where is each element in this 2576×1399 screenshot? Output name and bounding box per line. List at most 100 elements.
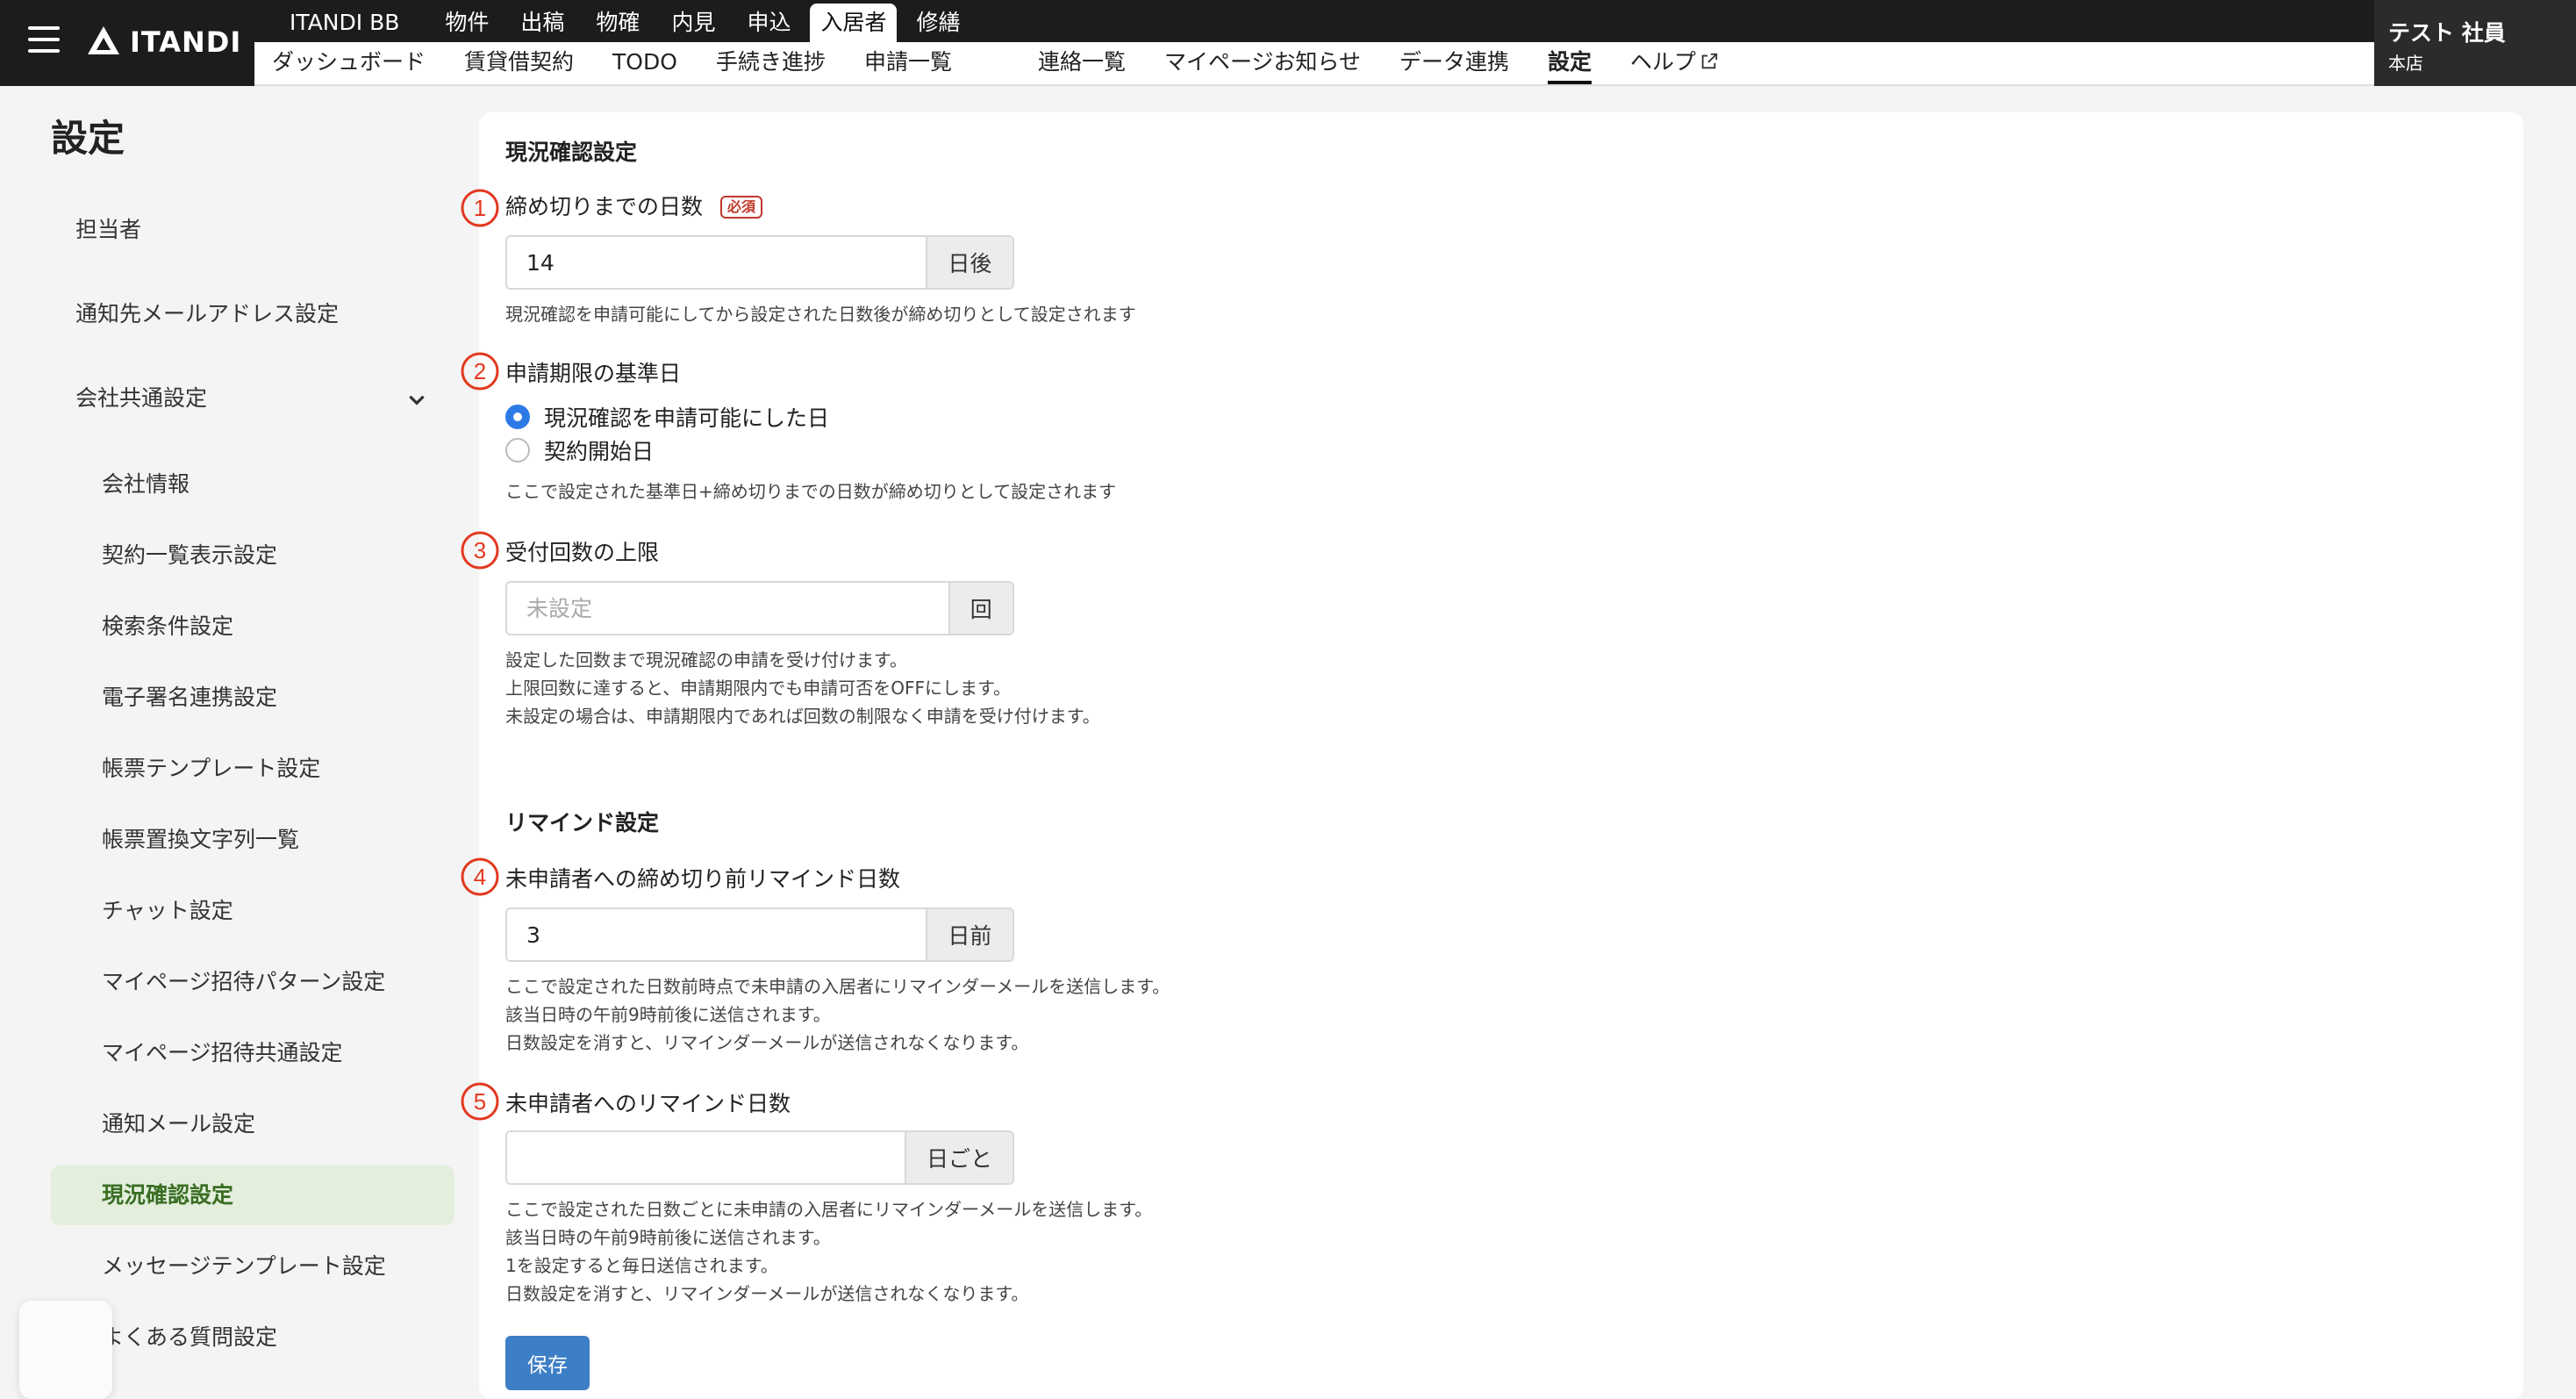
sidebar-item-contract-list-display[interactable]: 契約一覧表示設定	[51, 526, 454, 597]
sidebar-item-notification-email[interactable]: 通知先メールアドレス設定	[51, 286, 454, 370]
subnav-mypage-news[interactable]: マイページお知らせ	[1145, 42, 1380, 84]
limit-label: 受付回数の上限	[505, 540, 660, 565]
sidebar-item-chat[interactable]: チャット設定	[51, 881, 454, 952]
user-menu[interactable]: テスト 社員 本店	[2374, 0, 2576, 86]
subnav-help-label: ヘルプ	[1630, 49, 1697, 75]
save-button[interactable]: 保存	[505, 1336, 590, 1390]
user-name: テスト 社員	[2388, 20, 2506, 46]
sub-navigation: ダッシュボード 賃貸借契約 TODO 手続き進捗 申請一覧 連絡一覧 マイページ…	[254, 42, 2374, 86]
page-title: 設定	[51, 117, 125, 160]
remind-interval-help: ここで設定された日数ごとに未申請の入居者にリマインダーメールを送信します。 該当…	[505, 1195, 1152, 1308]
sidebar-item-mypage-invite-common[interactable]: マイページ招待共通設定	[51, 1023, 454, 1094]
base-date-radio-group: 現況確認を申請可能にした日 契約開始日	[505, 400, 829, 467]
remind-interval-label: 未申請者へのリマインド日数	[505, 1091, 791, 1116]
tab-confirmation[interactable]: 物確	[580, 4, 655, 42]
radio-option-application-enabled[interactable]: 現況確認を申請可能にした日	[505, 400, 829, 434]
deadline-input-group: 日後	[505, 235, 1014, 290]
subnav-settings[interactable]: 設定	[1528, 42, 1611, 84]
number-2-text: 2	[474, 358, 486, 384]
tab-itandi-bb[interactable]: ITANDI BB	[254, 4, 429, 42]
sidebar-item-notification-mail[interactable]: 通知メール設定	[51, 1094, 454, 1166]
number-4-icon: 4	[461, 857, 499, 896]
tab-viewing[interactable]: 内見	[655, 4, 731, 42]
number-2-icon: 2	[461, 352, 499, 391]
remind-interval-days-input[interactable]	[507, 1132, 905, 1183]
limit-help-line: 設定した回数まで現況確認の申請を受け付けます。	[505, 649, 907, 671]
remind-interval-help-line: ここで設定された日数ごとに未申請の入居者にリマインダーメールを送信します。	[505, 1199, 1153, 1220]
radio-button-checked[interactable]	[505, 405, 530, 429]
tab-listing[interactable]: 出稿	[504, 4, 580, 42]
tab-property[interactable]: 物件	[429, 4, 504, 42]
sidebar-item-staff[interactable]: 担当者	[51, 202, 454, 286]
subnav-data-integration[interactable]: データ連携	[1380, 42, 1528, 84]
subnav-request-list[interactable]: 申請一覧	[845, 42, 971, 84]
top-tabs: ITANDI BB 物件 出稿 物確 内見 申込 入居者 修繕	[254, 0, 977, 42]
section-title-status-check: 現況確認設定	[505, 140, 638, 165]
limit-count-input[interactable]	[507, 583, 948, 634]
limit-help-line: 未設定の場合は、申請期限内であれば回数の制限なく申請を受け付けます。	[505, 706, 1100, 727]
required-badge: 必須	[719, 196, 762, 219]
settings-card: 現況確認設定 1 締め切りまでの日数 必須 日後 現況確認を申請可能にしてから設…	[461, 112, 2523, 1399]
remind-before-label: 未申請者への締め切り前リマインド日数	[505, 866, 901, 892]
user-store: 本店	[2388, 53, 2423, 74]
sidebar-item-form-template[interactable]: 帳票テンプレート設定	[51, 739, 454, 810]
sidebar-item-status-check[interactable]: 現況確認設定	[51, 1166, 454, 1225]
itandi-logo[interactable]: ITANDI	[86, 23, 241, 61]
radio-option-contract-start[interactable]: 契約開始日	[505, 434, 829, 467]
remind-before-help-line: 日数設定を消すと、リマインダーメールが送信されなくなります。	[505, 1032, 1029, 1053]
logo-text: ITANDI	[130, 25, 242, 59]
subnav-contact-list[interactable]: 連絡一覧	[1019, 42, 1145, 84]
deadline-help: 現況確認を申請可能にしてから設定された日数後が締め切りとして設定されます	[505, 304, 1136, 325]
subnav-dashboard[interactable]: ダッシュボード	[254, 42, 445, 84]
settings-sidebar: 担当者 通知先メールアドレス設定 会社共通設定 会社情報 契約一覧表示設定 検索…	[51, 202, 454, 1379]
subnav-todo[interactable]: TODO	[593, 42, 697, 84]
remind-interval-help-line: 該当日時の午前9時前後に送信されます。	[505, 1227, 831, 1248]
remind-interval-help-line: 1を設定すると毎日送信されます。	[505, 1255, 778, 1276]
sidebar-item-company-common[interactable]: 会社共通設定	[51, 370, 454, 455]
sidebar-item-esign[interactable]: 電子署名連携設定	[51, 668, 454, 739]
remind-before-input-group: 日前	[505, 908, 1014, 962]
radio-button[interactable]	[505, 438, 530, 463]
subnav-help[interactable]: ヘルプ	[1611, 42, 1738, 84]
remind-before-help-line: ここで設定された日数前時点で未申請の入居者にリマインダーメールを送信します。	[505, 976, 1170, 997]
chevron-down-icon	[409, 395, 425, 405]
number-5-text: 5	[474, 1088, 486, 1115]
section-title-remind: リマインド設定	[505, 810, 660, 836]
logo-mark-icon	[88, 26, 119, 54]
subnav-procedure-progress[interactable]: 手続き進捗	[697, 42, 845, 84]
tab-application[interactable]: 申込	[731, 4, 806, 42]
floating-widget[interactable]	[19, 1301, 112, 1399]
sidebar-item-replacement-strings[interactable]: 帳票置換文字列一覧	[51, 810, 454, 881]
sidebar-item-label: 会社共通設定	[75, 385, 208, 411]
deadline-label: 締め切りまでの日数	[505, 194, 704, 219]
menu-icon[interactable]	[28, 26, 60, 56]
base-date-help: ここで設定された基準日+締め切りまでの日数が締め切りとして設定されます	[505, 481, 1117, 502]
limit-help-line: 上限回数に達すると、申請期限内でも申請可否をOFFにします。	[505, 678, 1011, 699]
subnav-lease-contract[interactable]: 賃貸借契約	[445, 42, 593, 84]
remind-interval-input-group: 日ごと	[505, 1130, 1014, 1185]
sidebar-item-company-info[interactable]: 会社情報	[51, 455, 454, 526]
deadline-days-input[interactable]	[507, 237, 926, 288]
tab-residents[interactable]: 入居者	[810, 4, 898, 42]
number-3-text: 3	[474, 537, 486, 563]
remind-before-days-input[interactable]	[507, 909, 926, 960]
remind-before-help: ここで設定された日数前時点で未申請の入居者にリマインダーメールを送信します。 該…	[505, 972, 1170, 1057]
number-1-text: 1	[474, 195, 486, 221]
number-3-icon: 3	[461, 531, 499, 570]
radio-label: 契約開始日	[544, 439, 655, 464]
top-header: ITANDI ITANDI BB 物件 出稿 物確 内見 申込 入居者 修繕 ダ…	[0, 0, 2576, 86]
sidebar-item-mypage-invite-pattern[interactable]: マイページ招待パターン設定	[51, 952, 454, 1023]
limit-help: 設定した回数まで現況確認の申請を受け付けます。 上限回数に達すると、申請期限内で…	[505, 646, 1100, 730]
limit-input-group: 回	[505, 581, 1014, 635]
number-4-text: 4	[474, 864, 486, 890]
deadline-label-row: 締め切りまでの日数 必須	[505, 190, 762, 221]
base-date-label: 申請期限の基準日	[505, 361, 682, 386]
remind-before-help-line: 該当日時の午前9時前後に送信されます。	[505, 1004, 831, 1025]
number-5-icon: 5	[461, 1082, 499, 1121]
tab-repair[interactable]: 修繕	[900, 4, 976, 42]
remind-interval-unit: 日ごと	[904, 1132, 1013, 1183]
sidebar-item-message-template[interactable]: メッセージテンプレート設定	[51, 1237, 454, 1308]
limit-unit: 回	[948, 583, 1013, 634]
sidebar-item-search-conditions[interactable]: 検索条件設定	[51, 597, 454, 668]
remind-interval-help-line: 日数設定を消すと、リマインダーメールが送信されなくなります。	[505, 1283, 1029, 1304]
